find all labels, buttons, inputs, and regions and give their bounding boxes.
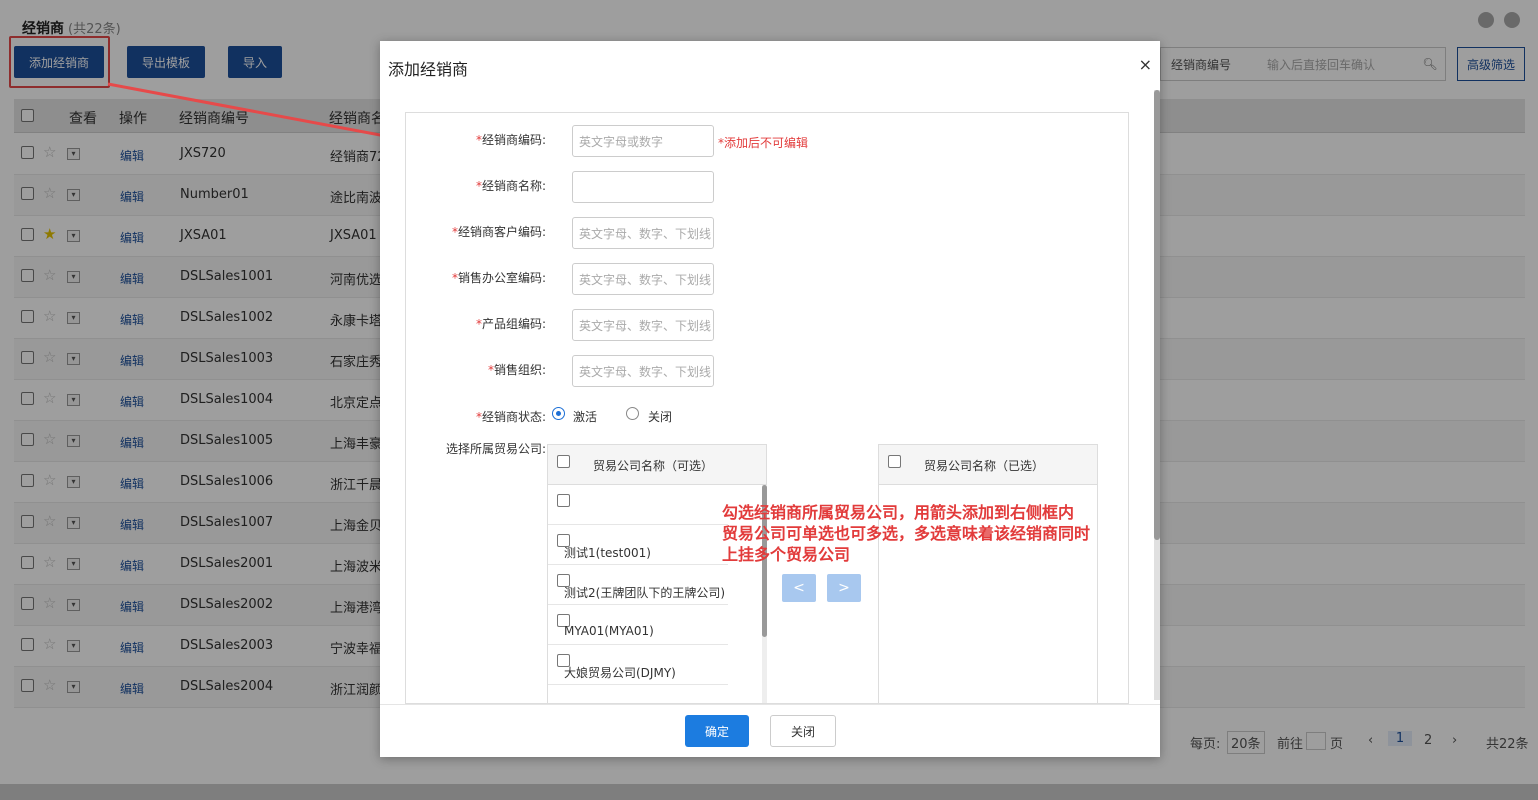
list-item[interactable]: MYA01(MYA01) xyxy=(548,605,728,645)
form-input[interactable]: 英文字母、数字、下划线 xyxy=(572,309,714,341)
modal-footer: 确定 关闭 xyxy=(380,704,1160,757)
status-closed-radio[interactable] xyxy=(626,407,639,420)
field-label: *销售办公室编码: xyxy=(451,271,546,285)
form-input[interactable]: 英文字母、数字、下划线 xyxy=(572,263,714,295)
annotation-text: 勾选经销商所属贸易公司，用箭头添加到右侧框内 贸易公司可单选也可多选，多选意味着… xyxy=(722,502,1090,565)
modal-title: 添加经销商 xyxy=(388,60,469,79)
trade-company-label: 选择所属贸易公司: xyxy=(445,442,546,456)
list-item-label: 大娘贸易公司(DJMY) xyxy=(564,666,676,680)
form-input[interactable]: 英文字母、数字、下划线 xyxy=(572,217,714,249)
cancel-button[interactable]: 关闭 xyxy=(770,715,836,747)
field-hint: *添加后不可编辑 xyxy=(718,136,809,150)
modal-scroll-thumb[interactable] xyxy=(1154,90,1160,540)
status-label-text: 经销商状态: xyxy=(481,410,546,424)
form-input[interactable]: 英文字母或数字 xyxy=(572,125,714,157)
list-item[interactable]: 测试2(王牌团队下的王牌公司) xyxy=(548,565,728,605)
status-active-label: 激活 xyxy=(573,410,598,424)
move-left-button[interactable]: < xyxy=(782,574,816,602)
selected-select-all-checkbox[interactable] xyxy=(888,455,901,468)
annotation-line-2: 贸易公司可单选也可多选，多选意味着该经销商同时 xyxy=(722,524,1091,543)
list-item-label: MYA01(MYA01) xyxy=(564,624,654,638)
status-label: *经销商状态: xyxy=(475,410,546,424)
status-closed-label: 关闭 xyxy=(648,410,673,424)
selected-trade-list: 贸易公司名称（已选） xyxy=(878,444,1098,703)
annotation-line-1: 勾选经销商所属贸易公司，用箭头添加到右侧框内 xyxy=(722,503,1075,522)
field-label: *经销商编码: xyxy=(475,133,546,147)
form-input[interactable] xyxy=(572,171,714,203)
annotation-line-3: 上挂多个贸易公司 xyxy=(722,545,851,564)
list-item-checkbox[interactable] xyxy=(557,494,570,507)
field-label: *经销商名称: xyxy=(475,179,546,193)
available-header-text: 贸易公司名称（可选） xyxy=(593,459,714,473)
available-trade-list: 贸易公司名称（可选） 测试1(test001) 测试2(王牌团队下的王牌公司) MY… xyxy=(547,444,767,703)
add-dealer-modal: 添加经销商 × *经销商编码: 英文字母或数字 *添加后不可编辑 *经销商名称: *经销… xyxy=(380,41,1160,757)
field-label-text: 经销商编码: xyxy=(481,133,546,147)
field-label-text: 销售组织: xyxy=(493,363,546,377)
field-label-text: 经销商客户编码: xyxy=(457,225,546,239)
available-select-all-checkbox[interactable] xyxy=(557,455,570,468)
selected-header-text: 贸易公司名称（已选） xyxy=(924,459,1045,473)
form-input[interactable]: 英文字母、数字、下划线 xyxy=(572,355,714,387)
list-item-label: 测试2(王牌团队下的王牌公司) xyxy=(564,586,725,600)
close-icon[interactable]: × xyxy=(1139,55,1152,74)
confirm-button[interactable]: 确定 xyxy=(685,715,749,747)
field-label-text: 产品组编码: xyxy=(481,317,546,331)
list-item[interactable]: 测试1(test001) xyxy=(548,525,728,565)
status-active-radio[interactable] xyxy=(552,407,565,420)
available-list-header: 贸易公司名称（可选） xyxy=(548,445,766,485)
field-label: *经销商客户编码: xyxy=(451,225,546,239)
modal-form: *经销商编码: 英文字母或数字 *添加后不可编辑 *经销商名称: *经销商客户编码: 英文… xyxy=(405,112,1129,704)
move-right-button[interactable]: > xyxy=(827,574,861,602)
list-item[interactable] xyxy=(548,485,728,525)
list-item[interactable]: 大娘贸易公司(DJMY) xyxy=(548,645,728,685)
list-item-label: 测试1(test001) xyxy=(564,546,651,560)
field-label-text: 经销商名称: xyxy=(481,179,546,193)
field-label: *产品组编码: xyxy=(475,317,546,331)
field-label-text: 销售办公室编码: xyxy=(457,271,546,285)
field-label: *销售组织: xyxy=(487,363,546,377)
selected-list-header: 贸易公司名称（已选） xyxy=(879,445,1097,485)
